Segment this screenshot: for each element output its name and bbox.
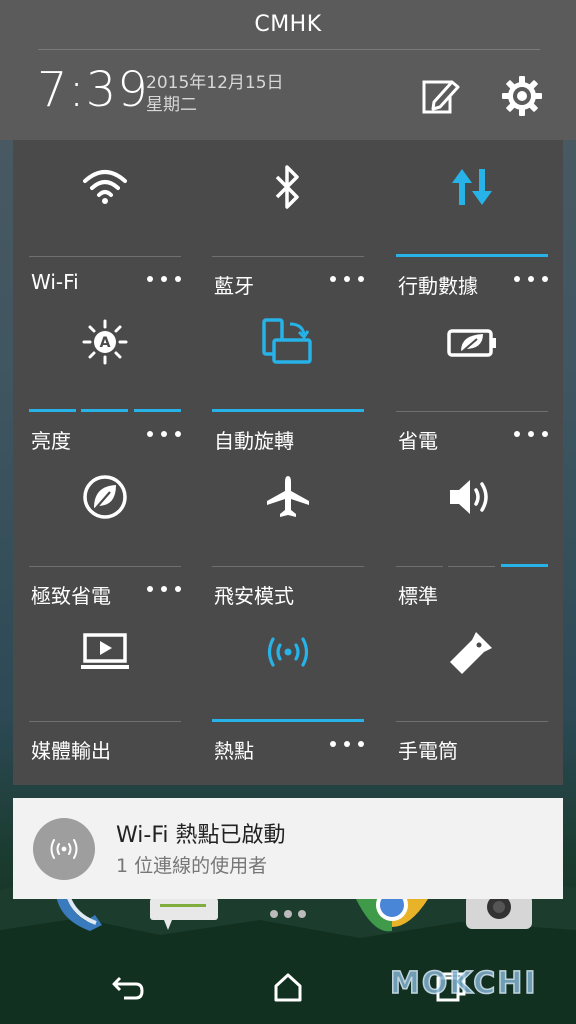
tile-flashlight[interactable]: 手電筒 (396, 605, 548, 763)
tile-mobile-data[interactable]: 行動數據 (396, 140, 548, 298)
tile-divider (29, 566, 181, 567)
volume-level-1 (396, 566, 443, 567)
volume-level-3 (501, 564, 548, 567)
tile-media-output[interactable]: 媒體輸出 (29, 605, 181, 763)
carrier-name: CMHK (254, 12, 322, 37)
tile-wifi[interactable]: Wi-Fi (29, 140, 181, 295)
notification-icon-circle (33, 818, 95, 880)
extreme-power-saver-more-button[interactable] (147, 577, 181, 601)
volume-icon (396, 472, 548, 522)
notification-title: Wi-Fi 熱點已啟動 (116, 823, 286, 848)
airplane-icon (212, 472, 364, 522)
volume-level-2 (448, 566, 495, 567)
back-button[interactable] (108, 968, 148, 1008)
notification-subtitle: 1 位連線的使用者 (116, 855, 268, 877)
notification-header: CMHK 7:39 2015年12月15日 星期二 (0, 0, 576, 140)
clock-time: 7:39 (37, 62, 149, 118)
camera-app-icon[interactable] (466, 895, 532, 931)
tile-active-indicator (396, 254, 548, 257)
tile-brightness[interactable]: A 亮度 (29, 295, 181, 453)
tile-divider (212, 566, 364, 567)
wifi-more-button[interactable] (147, 267, 181, 291)
tile-bluetooth[interactable]: 藍牙 (212, 140, 364, 298)
bluetooth-icon (212, 162, 364, 212)
date-block: 2015年12月15日 星期二 (146, 72, 284, 116)
brightness-level-2 (81, 409, 128, 412)
auto-rotate-icon (212, 317, 364, 367)
tile-sound-profile[interactable]: 標準 (396, 450, 548, 608)
home-icon (274, 973, 302, 1002)
svg-text:A: A (100, 335, 111, 351)
gear-icon (502, 76, 542, 116)
hotspot-icon (212, 627, 364, 677)
hotspot-more-button[interactable] (330, 732, 364, 756)
brightness-more-button[interactable] (147, 422, 181, 446)
power-saver-icon (396, 317, 548, 367)
home-button[interactable] (268, 968, 308, 1008)
watermark-logo: MOKCHI (389, 965, 538, 1002)
tile-auto-rotate[interactable]: 自動旋轉 (212, 295, 364, 453)
extreme-power-saver-icon (29, 472, 181, 522)
tile-label: 熱點 (214, 739, 254, 763)
brightness-level-3 (134, 409, 181, 412)
tile-active-indicator (212, 719, 364, 722)
date-text: 2015年12月15日 (146, 73, 284, 93)
power-saver-more-button[interactable] (514, 422, 548, 446)
back-icon (112, 976, 144, 1000)
flashlight-icon (396, 627, 548, 677)
tile-label: 手電筒 (398, 739, 458, 763)
tile-divider (212, 256, 364, 257)
tile-power-saver[interactable]: 省電 (396, 295, 548, 453)
tile-divider (396, 721, 548, 722)
edit-quick-settings-button[interactable] (420, 76, 460, 116)
weekday-text: 星期二 (146, 95, 197, 115)
quick-settings-panel: Wi-Fi 藍牙 行動數據 A 亮度 自動旋轉 省電 極致省電 飛安模式 標準 … (13, 140, 563, 785)
tile-hotspot[interactable]: 熱點 (212, 605, 364, 763)
hotspot-icon (50, 839, 78, 859)
phone-app-icon[interactable] (50, 894, 110, 935)
messages-app-icon[interactable] (150, 898, 220, 934)
tile-label: Wi-Fi (31, 270, 79, 294)
mobile-data-icon (396, 162, 548, 212)
brightness-auto-icon: A (29, 317, 181, 367)
wifi-icon (29, 162, 181, 212)
tile-divider (29, 256, 181, 257)
tile-active-indicator (212, 409, 364, 412)
tile-extreme-power-saver[interactable]: 極致省電 (29, 450, 181, 608)
edit-icon (422, 80, 460, 114)
settings-button[interactable] (500, 74, 544, 118)
header-divider (38, 49, 540, 50)
media-output-icon (29, 627, 181, 677)
tile-divider (29, 721, 181, 722)
mobile-data-more-button[interactable] (514, 267, 548, 291)
brightness-level-1 (29, 409, 76, 412)
tile-airplane-mode[interactable]: 飛安模式 (212, 450, 364, 608)
tile-label: 媒體輸出 (31, 739, 111, 763)
hotspot-notification[interactable]: Wi-Fi 熱點已啟動 1 位連線的使用者 (13, 798, 563, 899)
chrome-app-icon[interactable] (356, 889, 428, 935)
app-drawer-icon[interactable] (268, 904, 308, 924)
bluetooth-more-button[interactable] (330, 267, 364, 291)
tile-divider (396, 411, 548, 412)
